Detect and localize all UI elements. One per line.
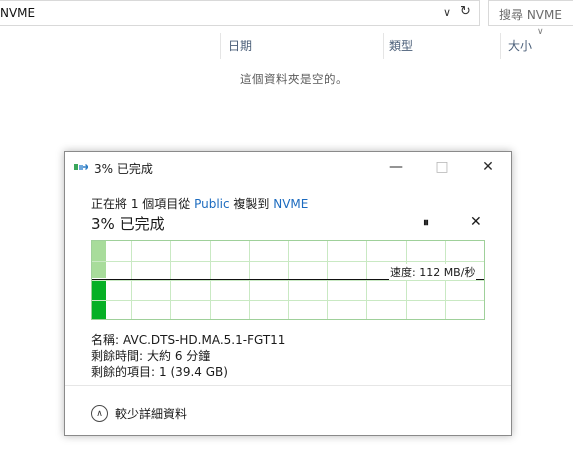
address-text: NVME — [0, 6, 36, 20]
copy-progress-icon — [74, 164, 88, 170]
speed-label: 速度: 112 MB/秒 — [389, 264, 477, 280]
empty-folder-message: 這個資料夾是空的。 — [240, 72, 348, 86]
refresh-icon[interactable]: ↻ — [460, 4, 471, 19]
info-name: 名稱: AVC.DTS-HD.MA.5.1-FGT11 — [91, 331, 285, 348]
search-placeholder: 搜尋 NVME — [499, 8, 562, 22]
dialog-titlebar[interactable]: 3% 已完成 — □ ✕ — [65, 152, 511, 182]
column-separator[interactable] — [383, 33, 384, 59]
dialog-title: 3% 已完成 — [94, 162, 153, 176]
column-header-date[interactable]: 日期 — [228, 37, 252, 54]
info-time-value: 大約 6 分鐘 — [147, 349, 211, 363]
maximize-button[interactable]: □ — [419, 152, 465, 182]
info-time: 剩餘時間: 大約 6 分鐘 — [91, 347, 210, 364]
speed-graph-canvas — [92, 241, 484, 319]
info-items-value: 1 (39.4 GB) — [159, 365, 228, 379]
column-header-size[interactable]: 大小 — [508, 37, 532, 54]
close-button[interactable]: ✕ — [465, 152, 511, 182]
copy-middle-text: 複製到 — [229, 197, 274, 211]
pause-button[interactable]: ⏸ — [423, 215, 429, 230]
copy-progress-dialog: 3% 已完成 — □ ✕ 正在將 1 個項目從 Public 複製到 NVME … — [64, 151, 512, 436]
minimize-button[interactable]: — — [373, 152, 419, 182]
cancel-button[interactable]: ✕ — [470, 214, 482, 230]
info-items-label: 剩餘的項目: — [91, 365, 156, 379]
graph-fill-history — [92, 241, 106, 278]
dialog-divider — [65, 385, 511, 386]
info-time-label: 剩餘時間: — [91, 349, 144, 363]
address-bar[interactable]: NVME ∨ ↻ — [0, 0, 480, 26]
fewer-details-button[interactable]: ∧ 較少詳細資料 — [91, 405, 187, 422]
source-folder-link[interactable]: Public — [194, 197, 230, 211]
column-separator[interactable] — [500, 33, 501, 59]
chevron-up-icon: ∧ — [91, 405, 108, 422]
progress-headline: 3% 已完成 — [91, 215, 165, 233]
destination-folder-link[interactable]: NVME — [273, 197, 308, 211]
chevron-down-icon[interactable]: ∨ — [443, 6, 451, 19]
column-header-type[interactable]: 類型 — [389, 37, 413, 54]
speed-graph — [91, 240, 485, 320]
search-input[interactable]: 搜尋 NVME — [488, 0, 573, 26]
explorer-window: NVME ∨ ↻ 搜尋 NVME 日期 類型 大小 ∨ 這個資料夾是空的。 3%… — [0, 0, 573, 453]
info-name-value: AVC.DTS-HD.MA.5.1-FGT11 — [123, 333, 286, 347]
info-items: 剩餘的項目: 1 (39.4 GB) — [91, 363, 228, 380]
graph-fill-progress — [92, 280, 106, 319]
copy-prefix-text: 正在將 1 個項目從 — [91, 197, 195, 211]
column-separator[interactable] — [220, 33, 221, 59]
sort-chevron-icon: ∨ — [537, 27, 544, 37]
fewer-details-label: 較少詳細資料 — [115, 407, 188, 421]
info-name-label: 名稱: — [91, 333, 120, 347]
copy-description: 正在將 1 個項目從 Public 複製到 NVME — [91, 195, 308, 212]
